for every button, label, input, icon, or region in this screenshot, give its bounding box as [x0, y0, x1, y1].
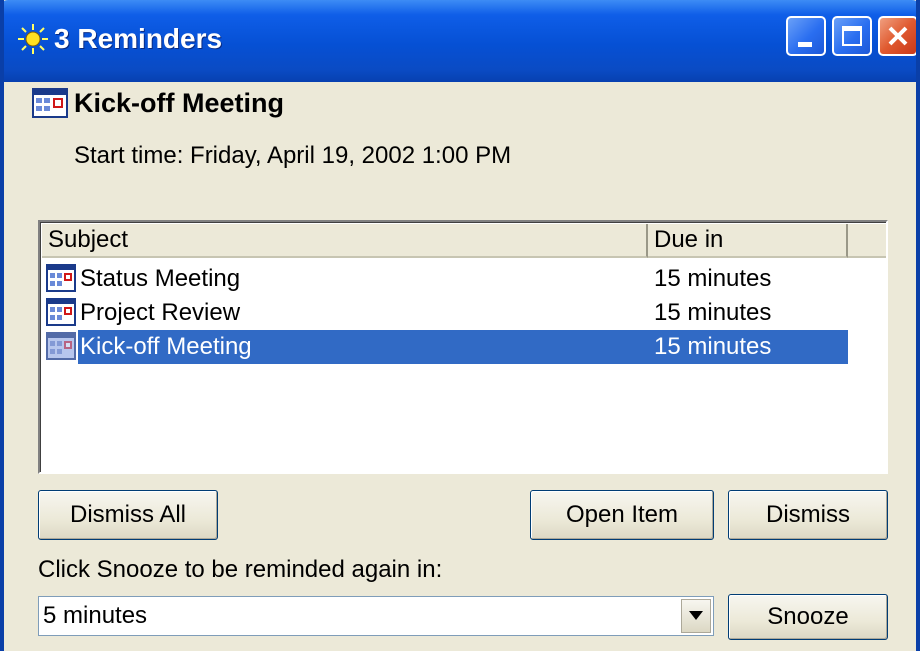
minimize-icon: [798, 42, 812, 47]
close-icon: [888, 26, 908, 46]
calendar-appointment-icon: [46, 264, 76, 292]
reminder-row-project-review[interactable]: Project Review 15 minutes: [42, 296, 848, 330]
dismiss-button[interactable]: Dismiss: [728, 490, 888, 540]
snooze-label: Click Snooze to be reminded again in:: [38, 556, 443, 583]
row-due: 15 minutes: [654, 333, 772, 360]
snooze-button[interactable]: Snooze: [728, 594, 888, 640]
reminders-list[interactable]: Subject Due in Status Meeting 15 minutes…: [38, 220, 888, 474]
reminder-title: Kick-off Meeting: [74, 88, 285, 118]
reminder-row-kick-off-meeting[interactable]: Kick-off Meeting 15 minutes: [42, 330, 848, 364]
calendar-appointment-icon: [46, 298, 76, 326]
minimize-button[interactable]: [786, 16, 826, 56]
alarm-bell-icon: [18, 24, 48, 54]
window-title: 3 Reminders: [54, 23, 223, 54]
snooze-duration-select[interactable]: 5 minutes: [38, 596, 714, 636]
row-due: 15 minutes: [654, 265, 772, 292]
maximize-button[interactable]: [832, 16, 872, 56]
row-subject: Project Review: [80, 299, 241, 326]
row-due: 15 minutes: [654, 299, 772, 326]
close-button[interactable]: [878, 16, 916, 56]
start-time-text: Start time: Friday, April 19, 2002 1:00 …: [74, 142, 512, 169]
open-item-button[interactable]: Open Item: [530, 490, 714, 540]
due-in-column-header[interactable]: Due in: [648, 224, 848, 258]
row-subject: Status Meeting: [80, 265, 241, 292]
calendar-appointment-icon: [46, 332, 76, 360]
reminders-window: 3 Reminders Kick-off Meeting Start time:…: [0, 0, 920, 651]
chevron-down-icon: [689, 611, 703, 620]
maximize-icon: [842, 26, 862, 46]
snooze-duration-value: 5 minutes: [43, 602, 148, 629]
dismiss-all-button[interactable]: Dismiss All: [38, 490, 218, 540]
subject-column-header[interactable]: Subject: [42, 224, 648, 258]
reminder-row-status-meeting[interactable]: Status Meeting 15 minutes: [42, 262, 848, 296]
empty-column-header: [848, 224, 886, 258]
calendar-appointment-icon: [32, 88, 68, 118]
list-header: Subject Due in: [42, 224, 886, 258]
dropdown-arrow-button[interactable]: [681, 599, 711, 633]
title-bar[interactable]: 3 Reminders: [4, 0, 916, 82]
row-subject: Kick-off Meeting: [80, 333, 252, 360]
